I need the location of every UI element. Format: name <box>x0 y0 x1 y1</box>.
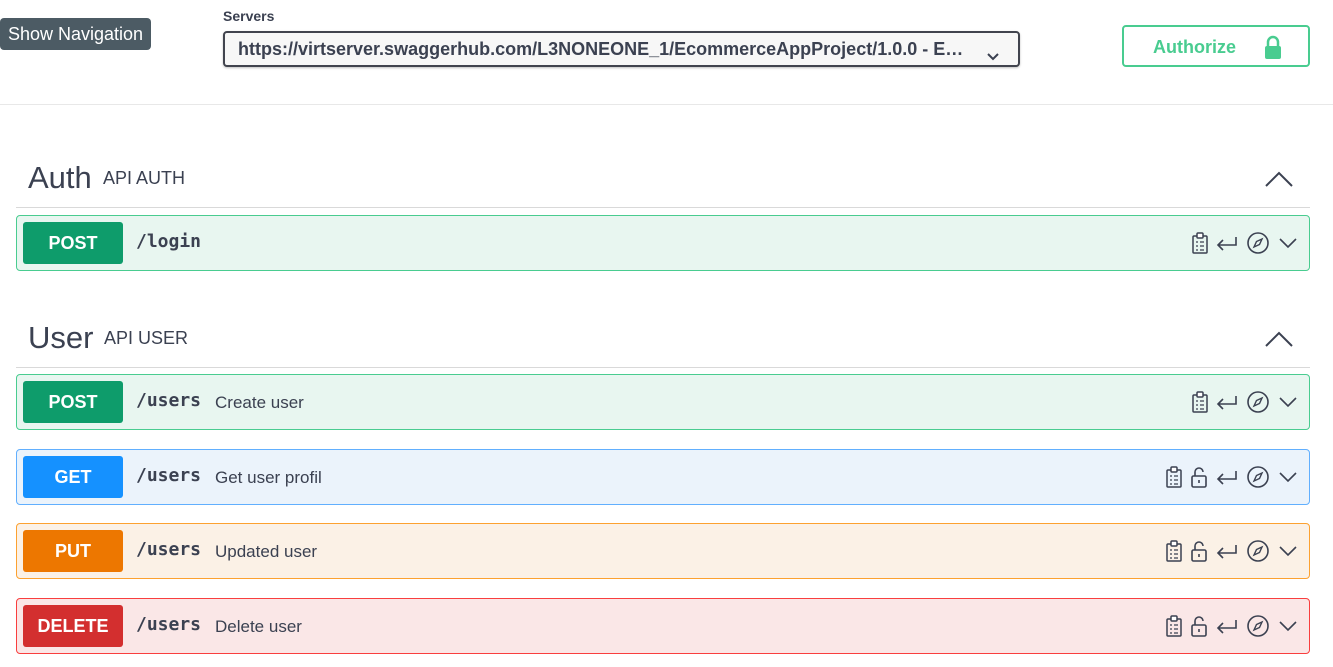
operation-path: /users <box>136 465 202 486</box>
chevron-down-icon[interactable] <box>1277 464 1299 490</box>
authorize-label: Authorize <box>1153 37 1236 57</box>
clipboard-icon[interactable] <box>1165 464 1183 490</box>
method-badge: GET <box>23 456 123 498</box>
clipboard-icon[interactable] <box>1165 613 1183 639</box>
tag-description: API AUTH <box>103 168 186 188</box>
tag-user-header[interactable]: User API USER <box>16 308 1310 368</box>
top-bar: Show Navigation Servers https://virtserv… <box>0 0 1333 105</box>
compass-icon[interactable] <box>1245 389 1271 415</box>
operation-path: /users <box>136 614 202 635</box>
operation-summary: Delete user <box>215 617 302 636</box>
tag-name: User <box>28 320 94 355</box>
operation-get-users[interactable]: GET /users Get user profil <box>16 449 1310 505</box>
chevron-down-icon[interactable] <box>1277 538 1299 564</box>
return-arrow-icon[interactable] <box>1215 613 1239 639</box>
chevron-down-icon[interactable] <box>1277 613 1299 639</box>
server-select-value: https://virtserver.swaggerhub.com/L3NONE… <box>238 39 991 59</box>
tag-name: Auth <box>28 160 92 195</box>
show-navigation-button[interactable]: Show Navigation <box>0 18 151 50</box>
chevron-down-icon <box>986 42 1000 65</box>
chevron-down-icon[interactable] <box>1277 389 1299 415</box>
lock-icon <box>1262 34 1284 65</box>
operation-put-users[interactable]: PUT /users Updated user <box>16 523 1310 579</box>
clipboard-icon[interactable] <box>1165 538 1183 564</box>
return-arrow-icon[interactable] <box>1215 464 1239 490</box>
operation-post-login[interactable]: POST /login <box>16 215 1310 271</box>
servers-label: Servers <box>223 8 275 24</box>
chevron-up-icon[interactable] <box>1264 170 1294 193</box>
clipboard-icon[interactable] <box>1191 230 1209 256</box>
authorize-button[interactable]: Authorize <box>1122 25 1310 67</box>
operation-summary: Create user <box>215 393 304 412</box>
return-arrow-icon[interactable] <box>1215 389 1239 415</box>
return-arrow-icon[interactable] <box>1215 538 1239 564</box>
unlock-icon[interactable] <box>1189 613 1209 639</box>
operation-path: /users <box>136 539 202 560</box>
method-badge: POST <box>23 381 123 423</box>
clipboard-icon[interactable] <box>1191 389 1209 415</box>
operation-summary: Updated user <box>215 542 318 561</box>
chevron-up-icon[interactable] <box>1264 330 1294 353</box>
return-arrow-icon[interactable] <box>1215 230 1239 256</box>
method-badge: POST <box>23 222 123 264</box>
chevron-down-icon[interactable] <box>1277 230 1299 256</box>
compass-icon[interactable] <box>1245 538 1271 564</box>
operation-path: /login <box>136 231 202 252</box>
operation-path: /users <box>136 390 202 411</box>
tag-description: API USER <box>104 328 189 348</box>
operation-summary: Get user profil <box>215 468 322 487</box>
compass-icon[interactable] <box>1245 613 1271 639</box>
tag-auth-header[interactable]: Auth API AUTH <box>16 148 1310 208</box>
operation-delete-users[interactable]: DELETE /users Delete user <box>16 598 1310 654</box>
compass-icon[interactable] <box>1245 464 1271 490</box>
unlock-icon[interactable] <box>1189 538 1209 564</box>
method-badge: DELETE <box>23 605 123 647</box>
operation-post-users[interactable]: POST /users Create user <box>16 374 1310 430</box>
method-badge: PUT <box>23 530 123 572</box>
server-select[interactable]: https://virtserver.swaggerhub.com/L3NONE… <box>223 31 1020 67</box>
compass-icon[interactable] <box>1245 230 1271 256</box>
unlock-icon[interactable] <box>1189 464 1209 490</box>
